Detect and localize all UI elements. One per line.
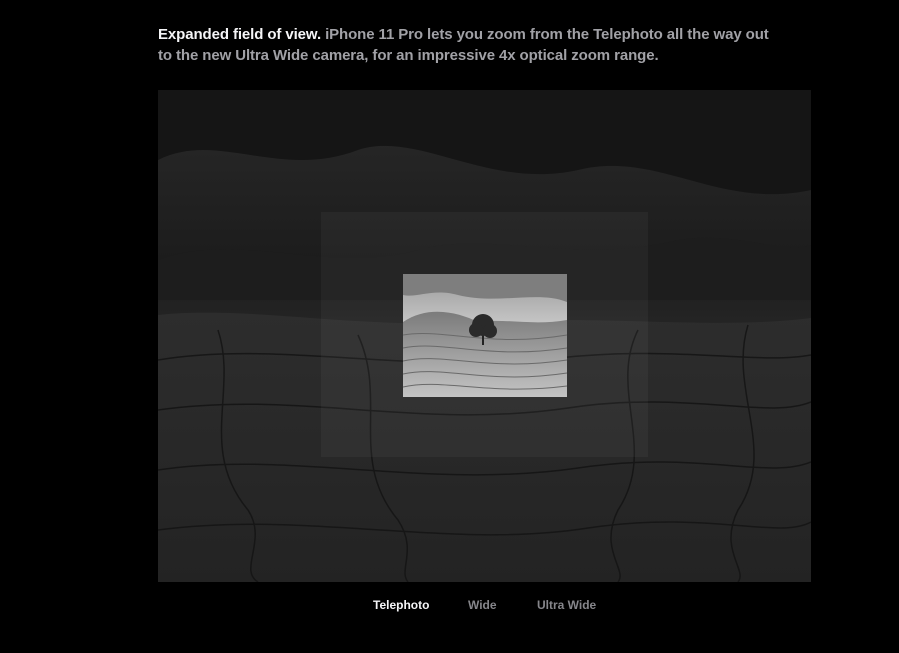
- zoom-comparison-image: [158, 90, 811, 582]
- tab-ultra-wide[interactable]: Ultra Wide: [537, 598, 596, 612]
- zoom-tab-list: Telephoto Wide Ultra Wide: [158, 598, 811, 612]
- intro-paragraph: Expanded field of view. iPhone 11 Pro le…: [158, 24, 778, 66]
- landscape-photo: [158, 90, 811, 582]
- tab-telephoto[interactable]: Telephoto: [373, 598, 429, 612]
- tab-wide[interactable]: Wide: [468, 598, 497, 612]
- intro-lead: Expanded field of view.: [158, 26, 322, 43]
